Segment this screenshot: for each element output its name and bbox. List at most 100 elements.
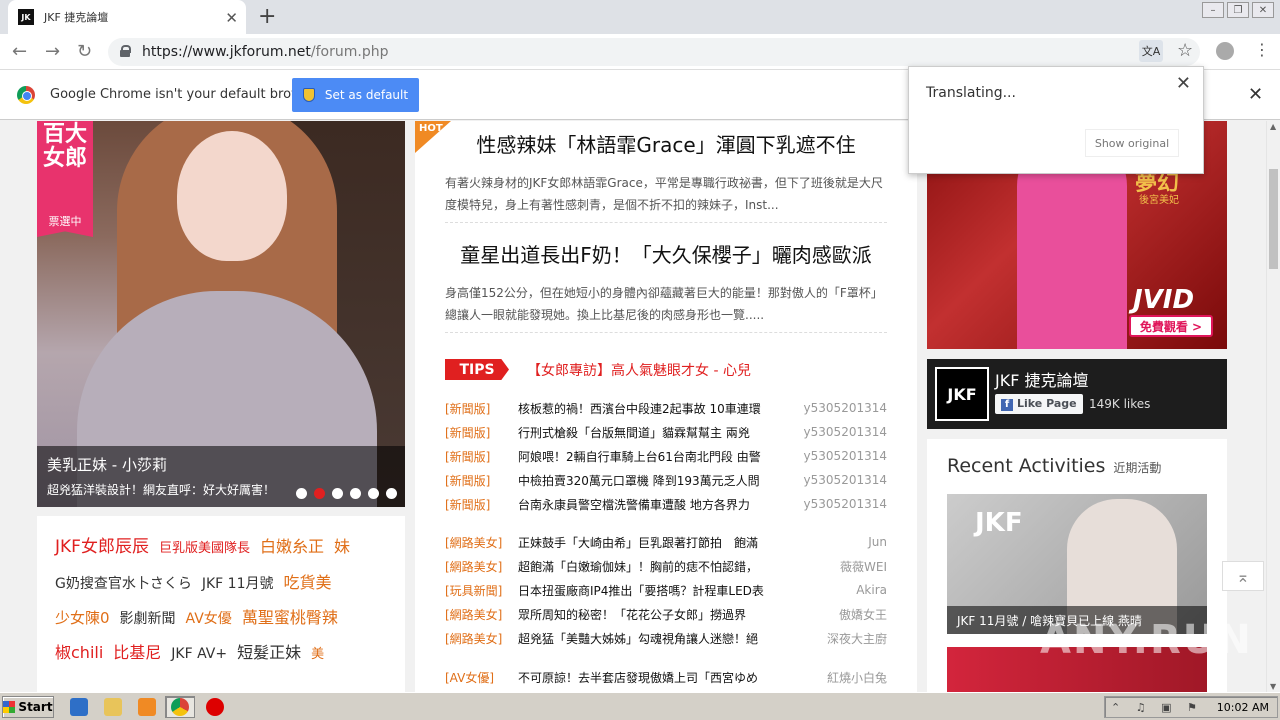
article-2[interactable]: 童星出道長出F奶！「大久保櫻子」曬肉感歐派 身高僅152公分，但在她短小的身體內… (445, 239, 887, 326)
tag-link[interactable]: 椒chili (55, 636, 103, 670)
list-title[interactable]: 核板惹的禍！西濱台中段連2起事故 10車連環 (518, 400, 783, 417)
translate-icon[interactable]: 文A (1139, 40, 1163, 62)
reload-icon[interactable]: ↻ (77, 41, 92, 62)
like-page-button[interactable]: f Like Page (995, 394, 1083, 414)
address-bar[interactable]: https://www.jkforum.net/forum.php (108, 38, 1200, 66)
vertical-scrollbar[interactable]: ▲ ▼ (1266, 121, 1280, 692)
list-category[interactable]: [新聞版] (445, 424, 518, 441)
list-author[interactable]: y5305201314 (783, 401, 887, 415)
slider-dot[interactable] (332, 488, 343, 499)
tag-link[interactable]: 巨乳版美國隊長 (159, 532, 250, 566)
list-item[interactable]: [網路美女] 超飽滿「白嫩瑜伽妹」！胸前的痣不怕認錯， 薇薇WEI (445, 554, 887, 578)
list-title[interactable]: 不可原諒！去半套店發現傲嬌上司「西宮ゆめ (518, 669, 783, 686)
list-item[interactable]: [新聞版] 阿娘喂！2輛自行車騎上台61台南北門段 由警 y5305201314 (445, 444, 887, 468)
list-item[interactable]: [新聞版] 中檢拍賣320萬元口罩機 降到193萬元乏人問 y5305201314 (445, 468, 887, 492)
list-title[interactable]: 超兇猛「美豔大姊姊」勾魂視角讓人迷戀！絕 (518, 630, 783, 647)
list-item[interactable]: [玩具新聞] 日本扭蛋廠商IP4推出「要搭嗎？計程車LED表 Akira (445, 578, 887, 602)
tag-link[interactable]: 萬聖蜜桃臀辣 (242, 601, 338, 635)
restore-button[interactable]: ❐ (1227, 2, 1249, 18)
list-title[interactable]: 行刑式槍殺「台版無間道」貓霖幫幫主 兩兇 (518, 424, 783, 441)
menu-icon[interactable]: ⋮ (1254, 40, 1270, 59)
list-item[interactable]: [網路美女] 超兇猛「美豔大姊姊」勾魂視角讓人迷戀！絕 深夜大主廚 (445, 626, 887, 650)
slider-dot[interactable] (314, 488, 325, 499)
back-icon[interactable]: ← (12, 41, 27, 62)
list-author[interactable]: 薇薇WEI (783, 558, 887, 575)
list-author[interactable]: y5305201314 (783, 473, 887, 487)
list-item[interactable]: [網路美女] 正妹鼓手「大崎由希」巨乳跟著打節拍 飽滿 Jun (445, 530, 887, 554)
list-title[interactable]: 正妹鼓手「大崎由希」巨乳跟著打節拍 飽滿 (518, 534, 783, 551)
ie-icon[interactable] (70, 698, 88, 716)
list-title[interactable]: 阿娘喂！2輛自行車騎上台61台南北門段 由警 (518, 448, 783, 465)
tray-icons[interactable]: ⌃ ♫ ▣ ⚑ (1111, 701, 1203, 714)
tag-link[interactable]: 美 (311, 638, 324, 672)
scroll-thumb[interactable] (1269, 169, 1278, 269)
list-author[interactable]: 紅燒小白兔 (783, 669, 887, 686)
tag-link[interactable]: G奶搜查官水卜さくら (55, 567, 192, 601)
scroll-down-icon[interactable]: ▼ (1270, 682, 1276, 691)
infobar-close-icon[interactable]: ✕ (1248, 84, 1263, 105)
list-category[interactable]: [新聞版] (445, 400, 518, 417)
antivirus-icon[interactable] (206, 698, 224, 716)
hero-slider[interactable]: 百大女郎 票選中 美乳正妹 - 小莎莉 超兇猛洋裝設計！網友直呼：好大好厲害！ (37, 121, 405, 507)
slider-dot[interactable] (350, 488, 361, 499)
set-default-button[interactable]: Set as default (292, 78, 419, 112)
fb-page-name[interactable]: JKF 捷克論壇 (995, 367, 1089, 391)
list-category[interactable]: [網路美女] (445, 606, 518, 623)
list-category[interactable]: [玩具新聞] (445, 582, 518, 599)
free-watch-button[interactable]: 免費觀看 > (1129, 315, 1213, 337)
list-author[interactable]: y5305201314 (783, 449, 887, 463)
new-tab-button[interactable]: + (258, 4, 276, 29)
list-title[interactable]: 眾所周知的秘密！「花花公子女郎」撈過界 (518, 606, 783, 623)
list-item[interactable]: [新聞版] 台南永康員警空檔洗警備車遭酸 地方各界力 y5305201314 (445, 492, 887, 516)
scroll-up-icon[interactable]: ▲ (1270, 122, 1276, 131)
slider-dot[interactable] (386, 488, 397, 499)
activity-card[interactable]: JKF JKF 11月號 / 嗆辣寶貝已上線 燕晴 (947, 494, 1207, 634)
list-category[interactable]: [AV女優] (445, 669, 518, 686)
tag-link[interactable]: 白嫩糸正 (260, 530, 324, 564)
jkf-logo[interactable]: JKF (935, 367, 989, 421)
folder-icon[interactable] (104, 698, 122, 716)
tag-link[interactable]: JKF女郎辰辰 (55, 530, 149, 564)
lock-icon[interactable] (120, 45, 131, 57)
list-author[interactable]: 傲嬌女王 (783, 606, 887, 623)
list-title[interactable]: 台南永康員警空檔洗警備車遭酸 地方各界力 (518, 496, 783, 513)
list-author[interactable]: 深夜大主廚 (783, 630, 887, 647)
slider-dot[interactable] (296, 488, 307, 499)
tag-link[interactable]: 妹 (334, 530, 350, 564)
list-category[interactable]: [網路美女] (445, 630, 518, 647)
list-category[interactable]: [網路美女] (445, 558, 518, 575)
show-original-button[interactable]: Show original (1085, 129, 1179, 157)
close-window-button[interactable]: ✕ (1252, 2, 1274, 18)
list-title[interactable]: 中檢拍賣320萬元口罩機 降到193萬元乏人問 (518, 472, 783, 489)
list-item[interactable]: [新聞版] 核板惹的禍！西濱台中段連2起事故 10車連環 y5305201314 (445, 396, 887, 420)
list-item[interactable]: [新聞版] 行刑式槍殺「台版無間道」貓霖幫幫主 兩兇 y5305201314 (445, 420, 887, 444)
tips-link[interactable]: 【女郎專訪】高人氣魅眼才女 - 心兒 (527, 360, 751, 380)
tag-link[interactable]: JKF 11月號 (202, 567, 274, 601)
slider-dot[interactable] (368, 488, 379, 499)
bookmark-star-icon[interactable]: ☆ (1177, 40, 1193, 61)
list-category[interactable]: [新聞版] (445, 448, 518, 465)
media-player-icon[interactable] (138, 698, 156, 716)
tag-link[interactable]: 短髮正妹 (237, 636, 301, 670)
profile-avatar[interactable] (1216, 42, 1234, 60)
minimize-button[interactable]: – (1202, 2, 1224, 18)
list-category[interactable]: [新聞版] (445, 472, 518, 489)
article-title[interactable]: 童星出道長出F奶！「大久保櫻子」曬肉感歐派 (445, 239, 887, 268)
list-title[interactable]: 日本扭蛋廠商IP4推出「要搭嗎？計程車LED表 (518, 582, 783, 599)
list-category[interactable]: [新聞版] (445, 496, 518, 513)
list-title[interactable]: 超飽滿「白嫩瑜伽妹」！胸前的痣不怕認錯， (518, 558, 783, 575)
hero-caption[interactable]: 美乳正妹 - 小莎莉 超兇猛洋裝設計！網友直呼：好大好厲害！ (37, 446, 405, 507)
tag-link[interactable]: AV女優 (186, 602, 232, 636)
article-1[interactable]: 性感辣妹「林語霏Grace」渾圓下乳遮不住 有著火辣身材的JKF女郎林語霏Gra… (445, 129, 887, 216)
list-author[interactable]: Akira (783, 583, 887, 597)
tag-link[interactable]: JKF AV+ (171, 637, 227, 671)
browser-tab[interactable]: JK JKF 捷克論壇 ✕ (8, 0, 246, 34)
forward-icon[interactable]: → (45, 41, 60, 62)
list-author[interactable]: Jun (783, 535, 887, 549)
close-tab-icon[interactable]: ✕ (225, 9, 238, 27)
article-title[interactable]: 性感辣妹「林語霏Grace」渾圓下乳遮不住 (445, 129, 887, 158)
tag-link[interactable]: 影劇新聞 (120, 602, 176, 636)
tag-link[interactable]: 少女陳0 (55, 601, 110, 635)
back-to-top-button[interactable]: ⌅ (1222, 561, 1264, 591)
list-item[interactable]: [網路美女] 眾所周知的秘密！「花花公子女郎」撈過界 傲嬌女王 (445, 602, 887, 626)
